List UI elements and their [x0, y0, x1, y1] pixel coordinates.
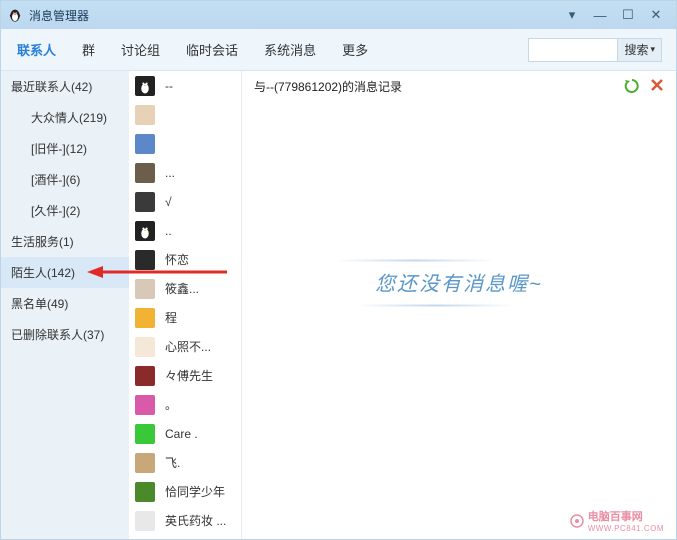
avatar	[135, 482, 155, 502]
avatar	[135, 192, 155, 212]
category-item[interactable]: [久伴-](2)	[1, 195, 129, 226]
search-button[interactable]: 搜索 ▾	[617, 39, 661, 61]
category-item[interactable]: [旧伴-](12)	[1, 133, 129, 164]
friend-row[interactable]: 英氏药妆 ...	[129, 506, 241, 535]
delete-icon[interactable]	[650, 78, 664, 92]
friend-row[interactable]: 飞.	[129, 448, 241, 477]
avatar	[135, 279, 155, 299]
search-input[interactable]	[529, 43, 617, 57]
avatar	[135, 105, 155, 125]
category-item[interactable]: 陌生人(142)	[1, 257, 129, 288]
avatar	[135, 453, 155, 473]
category-item[interactable]: 已删除联系人(37)	[1, 319, 129, 350]
avatar	[135, 76, 155, 96]
search-box: 搜索 ▾	[528, 38, 662, 62]
friend-row[interactable]	[129, 129, 241, 158]
app-icon	[7, 7, 23, 23]
friend-row[interactable]: 心照不...	[129, 332, 241, 361]
category-item[interactable]: [酒伴-](6)	[1, 164, 129, 195]
friend-name: 筱鑫...	[165, 280, 241, 297]
avatar	[135, 337, 155, 357]
watermark-icon	[570, 514, 584, 528]
category-item[interactable]: 生活服务(1)	[1, 226, 129, 257]
category-item[interactable]: 黑名单(49)	[1, 288, 129, 319]
tab-5[interactable]: 更多	[340, 36, 370, 63]
friend-row[interactable]: 程	[129, 303, 241, 332]
friend-name: ..	[165, 224, 241, 238]
friend-row[interactable]: 々傅先生	[129, 361, 241, 390]
friend-name: --	[165, 79, 241, 93]
titlebar: 消息管理器 ▾ — ☐ ✕	[1, 1, 676, 29]
tab-2[interactable]: 讨论组	[119, 36, 162, 63]
friend-name: 々傅先生	[165, 367, 241, 384]
tab-4[interactable]: 系统消息	[262, 36, 318, 63]
category-item[interactable]: 最近联系人(42)	[1, 71, 129, 102]
friend-name: 。	[165, 396, 241, 413]
friend-name: Care .	[165, 427, 241, 441]
maximize-button[interactable]: ☐	[614, 7, 642, 23]
category-sidebar: 最近联系人(42)大众情人(219)[旧伴-](12)[酒伴-](6)[久伴-]…	[1, 71, 129, 539]
empty-message: 您还没有消息喔~	[375, 267, 543, 296]
search-button-label: 搜索	[624, 41, 648, 58]
friend-row[interactable]: Care .	[129, 419, 241, 448]
friend-row[interactable]: 筱鑫...	[129, 274, 241, 303]
friend-name: √	[165, 195, 241, 209]
avatar	[135, 395, 155, 415]
watermark: 电脑百事网 WWW.PC841.COM	[570, 508, 664, 533]
category-item[interactable]: 大众情人(219)	[1, 102, 129, 133]
friend-row[interactable]: 怀恋	[129, 245, 241, 274]
friend-name: 英氏药妆 ...	[165, 512, 241, 529]
minimize-button[interactable]: —	[586, 8, 614, 23]
avatar	[135, 308, 155, 328]
avatar	[135, 250, 155, 270]
friend-row[interactable]: --	[129, 71, 241, 100]
friend-name: 心照不...	[165, 338, 241, 355]
friend-name: ...	[165, 166, 241, 180]
friend-name: 怀恋	[165, 251, 241, 268]
tab-3[interactable]: 临时会话	[184, 36, 240, 63]
friend-name: 程	[165, 309, 241, 326]
chat-panel: 与--(779861202)的消息记录 您还没有消息喔~	[242, 71, 676, 539]
chat-header: 与--(779861202)的消息记录	[254, 78, 402, 95]
friend-name: 飞.	[165, 454, 241, 471]
friend-row[interactable]	[129, 100, 241, 129]
friend-row[interactable]: ...	[129, 158, 241, 187]
friend-row[interactable]: 恰同学少年	[129, 477, 241, 506]
avatar	[135, 163, 155, 183]
tab-1[interactable]: 群	[80, 36, 97, 63]
chevron-down-icon: ▾	[650, 44, 655, 55]
avatar	[135, 511, 155, 531]
dropdown-button[interactable]: ▾	[558, 7, 586, 23]
avatar	[135, 424, 155, 444]
avatar	[135, 221, 155, 241]
toolbar: 联系人群讨论组临时会话系统消息更多 搜索 ▾	[1, 29, 676, 71]
close-button[interactable]: ✕	[642, 7, 670, 23]
tab-0[interactable]: 联系人	[15, 36, 58, 63]
refresh-icon[interactable]	[624, 78, 640, 94]
window-title: 消息管理器	[29, 7, 89, 24]
avatar	[135, 134, 155, 154]
friend-row[interactable]: 。	[129, 390, 241, 419]
friend-list: --... √.. 怀恋筱鑫... 程心照不... 々傅先生。 Care . 飞. 恰同学少年…	[129, 71, 242, 539]
avatar	[135, 366, 155, 386]
friend-row[interactable]: √	[129, 187, 241, 216]
friend-name: 恰同学少年	[165, 483, 241, 500]
friend-row[interactable]: ..	[129, 216, 241, 245]
